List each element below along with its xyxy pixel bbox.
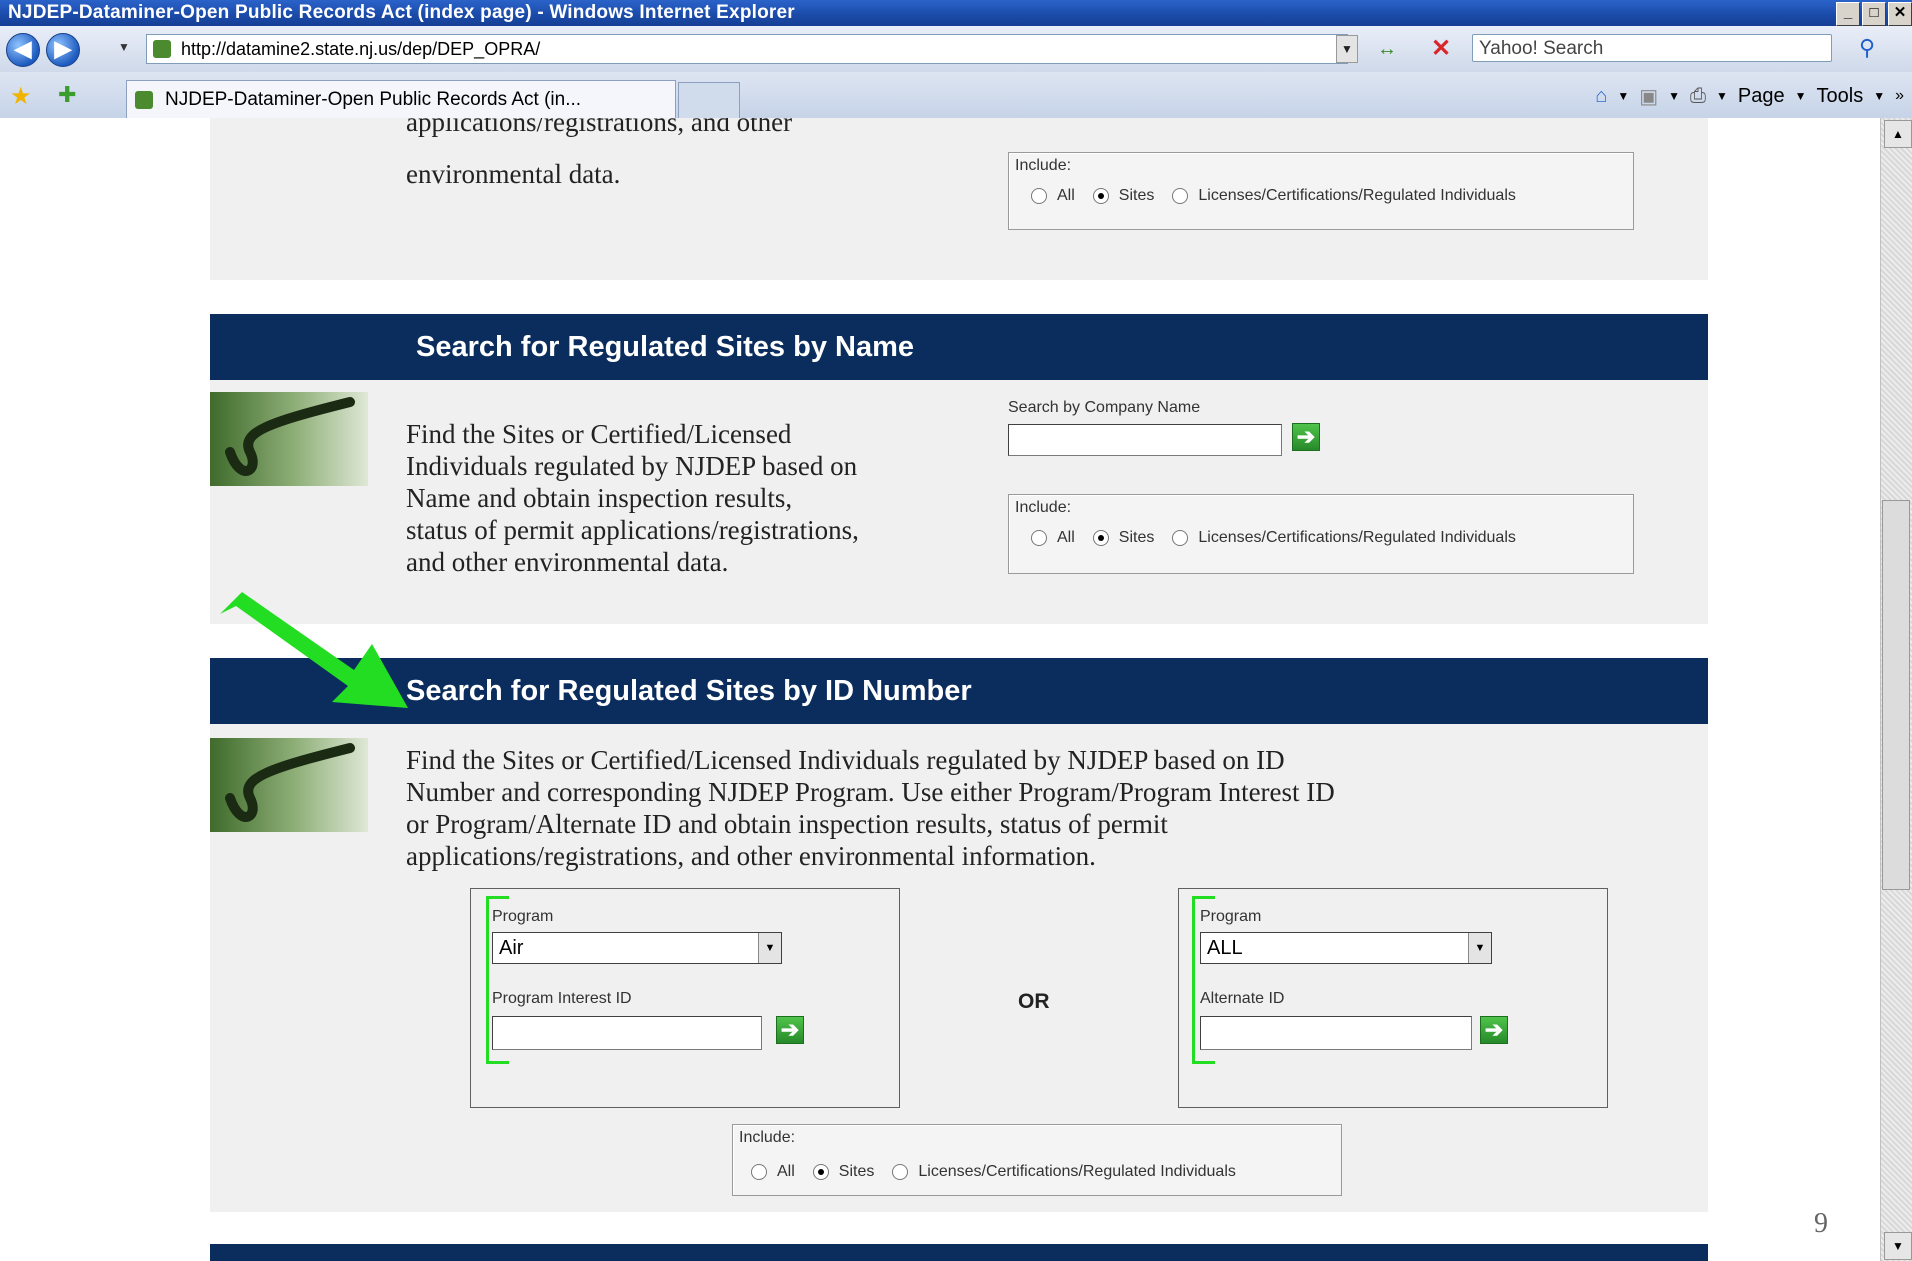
section-name-description: Find the Sites or Certified/Licensed Ind… [406,419,859,577]
radio-licenses-label: Licenses/Certifications/Regulated Indivi… [918,1163,1236,1180]
or-divider-label: OR [1018,990,1050,1013]
radio-all-label: All [777,1163,795,1180]
window-controls: _ □ ✕ [1836,2,1912,26]
section-top-include-box: Include: All Sites Licenses/Certificatio… [1008,152,1634,230]
history-dropdown-icon[interactable]: ▼ [118,40,130,54]
radio-licenses-label: Licenses/Certifications/Regulated Indivi… [1198,187,1516,204]
stop-icon[interactable]: ✕ [1428,36,1454,62]
more-tools-icon[interactable]: » [1895,87,1904,105]
include-radio-group: All Sites Licenses/Certifications/Regula… [1031,529,1528,547]
section-id-description: Find the Sites or Certified/Licensed Ind… [406,745,1335,871]
tools-dropdown-icon[interactable]: ▼ [1873,89,1885,103]
section-top-text-line1: applications/registrations, and other [406,118,793,137]
program-select-value: Air [499,937,524,959]
section-top-text-line2: environmental data. [406,159,621,189]
radio-all-label: All [1057,187,1075,204]
alternate-id-input[interactable] [1200,1016,1472,1050]
maximize-button[interactable]: □ [1862,2,1886,26]
slide-page-number: 9 [1814,1208,1828,1239]
radio-all[interactable] [1031,530,1047,546]
radio-licenses[interactable] [892,1164,909,1180]
address-url: http://datamine2.state.nj.us/dep/DEP_OPR… [181,39,541,59]
company-name-input[interactable] [1008,424,1282,456]
tab-active[interactable]: NJDEP-Dataminer-Open Public Records Act … [126,80,676,119]
close-button[interactable]: ✕ [1888,2,1912,26]
program-label: Program [492,908,554,925]
logo-swirl-icon [225,743,355,822]
radio-licenses[interactable] [1172,530,1189,546]
chevron-down-icon[interactable]: ▼ [1468,933,1491,963]
refresh-icon[interactable]: ↔ [1374,36,1400,62]
tab-favicon-icon [135,91,153,109]
radio-licenses[interactable] [1172,188,1189,204]
annotation-arrow-icon [220,592,408,708]
radio-sites[interactable] [1092,188,1109,204]
scrollbar-thumb[interactable] [1882,500,1910,890]
include-label: Include: [739,1129,796,1146]
program-interest-go-icon[interactable]: ➔ [776,1016,804,1044]
program-interest-id-label: Program Interest ID [492,990,632,1007]
scroll-up-icon[interactable]: ▲ [1884,120,1912,148]
radio-sites[interactable] [1092,530,1109,546]
minimize-button[interactable]: _ [1836,2,1860,26]
section-name-header: Search for Regulated Sites by Name [210,314,1708,380]
address-dropdown-button[interactable]: ▼ [1336,35,1358,63]
next-section-header [210,1244,1708,1261]
radio-all-label: All [1057,529,1075,546]
chevron-down-icon[interactable]: ▼ [758,933,781,963]
radio-all[interactable] [1031,188,1047,204]
program-select[interactable]: Air ▼ [492,932,782,964]
window-title: NJDEP-Dataminer-Open Public Records Act … [8,2,795,23]
radio-sites-label: Sites [1118,529,1155,546]
window-titlebar: NJDEP-Dataminer-Open Public Records Act … [0,0,1912,26]
program-interest-id-input[interactable] [492,1016,762,1050]
program-label: Program [1200,908,1262,925]
logo-swirl-icon [225,397,355,476]
alternate-program-select-value: ALL [1207,937,1243,959]
alternate-id-go-icon[interactable]: ➔ [1480,1016,1508,1044]
address-field[interactable]: http://datamine2.state.nj.us/dep/DEP_OPR… [146,34,1348,64]
add-favorite-icon[interactable]: ✚ [58,82,76,108]
print-dropdown-icon[interactable]: ▼ [1716,89,1728,103]
company-name-go-icon[interactable]: ➔ [1292,423,1320,451]
feeds-icon[interactable]: ▣ [1639,84,1658,109]
section-id-include-box: Include: All Sites Licenses/Certificatio… [732,1124,1342,1196]
radio-licenses-label: Licenses/Certifications/Regulated Indivi… [1198,529,1516,546]
radio-sites[interactable] [812,1164,829,1180]
include-radio-group: All Sites Licenses/Certifications/Regula… [1031,187,1528,205]
tab-bar: ★ ✚ NJDEP-Dataminer-Open Public Records … [0,72,1912,119]
tab-label: NJDEP-Dataminer-Open Public Records Act … [165,89,582,110]
home-dropdown-icon[interactable]: ▼ [1617,89,1629,103]
include-radio-group: All Sites Licenses/Certifications/Regula… [751,1163,1248,1181]
page-dropdown-icon[interactable]: ▼ [1795,89,1807,103]
scroll-down-icon[interactable]: ▼ [1884,1232,1912,1260]
section-name-include-box: Include: All Sites Licenses/Certificatio… [1008,494,1634,574]
back-button[interactable]: ◀ [6,33,40,67]
favorites-star-icon[interactable]: ★ [10,82,32,111]
print-icon[interactable]: ⎙ [1690,85,1706,108]
home-icon[interactable]: ⌂ [1595,85,1607,108]
new-tab-button[interactable] [678,82,740,119]
tools-menu[interactable]: Tools [1817,85,1864,108]
site-favicon-icon [153,40,171,58]
dataminer-logo-image [210,392,368,486]
alternate-program-select[interactable]: ALL ▼ [1200,932,1492,964]
search-input[interactable]: Yahoo! Search [1472,34,1832,62]
feeds-dropdown-icon[interactable]: ▼ [1668,89,1680,103]
include-label: Include: [1015,499,1072,516]
dataminer-logo-image [210,738,368,832]
forward-button[interactable]: ▶ [46,33,80,67]
search-icon[interactable]: ⚲ [1852,34,1882,62]
include-label: Include: [1015,157,1072,174]
alternate-id-label: Alternate ID [1200,990,1285,1007]
command-bar: ⌂ ▼ ▣ ▼ ⎙ ▼ Page ▼ Tools ▼ » [1595,82,1904,110]
radio-sites-label: Sites [838,1163,875,1180]
section-id-header: Search for Regulated Sites by ID Number [210,658,1708,724]
page-menu[interactable]: Page [1738,85,1785,108]
radio-sites-label: Sites [1118,187,1155,204]
address-toolbar: ◀ ▶ ▼ http://datamine2.state.nj.us/dep/D… [0,26,1912,72]
radio-all[interactable] [751,1164,767,1180]
company-name-label: Search by Company Name [1008,399,1201,416]
